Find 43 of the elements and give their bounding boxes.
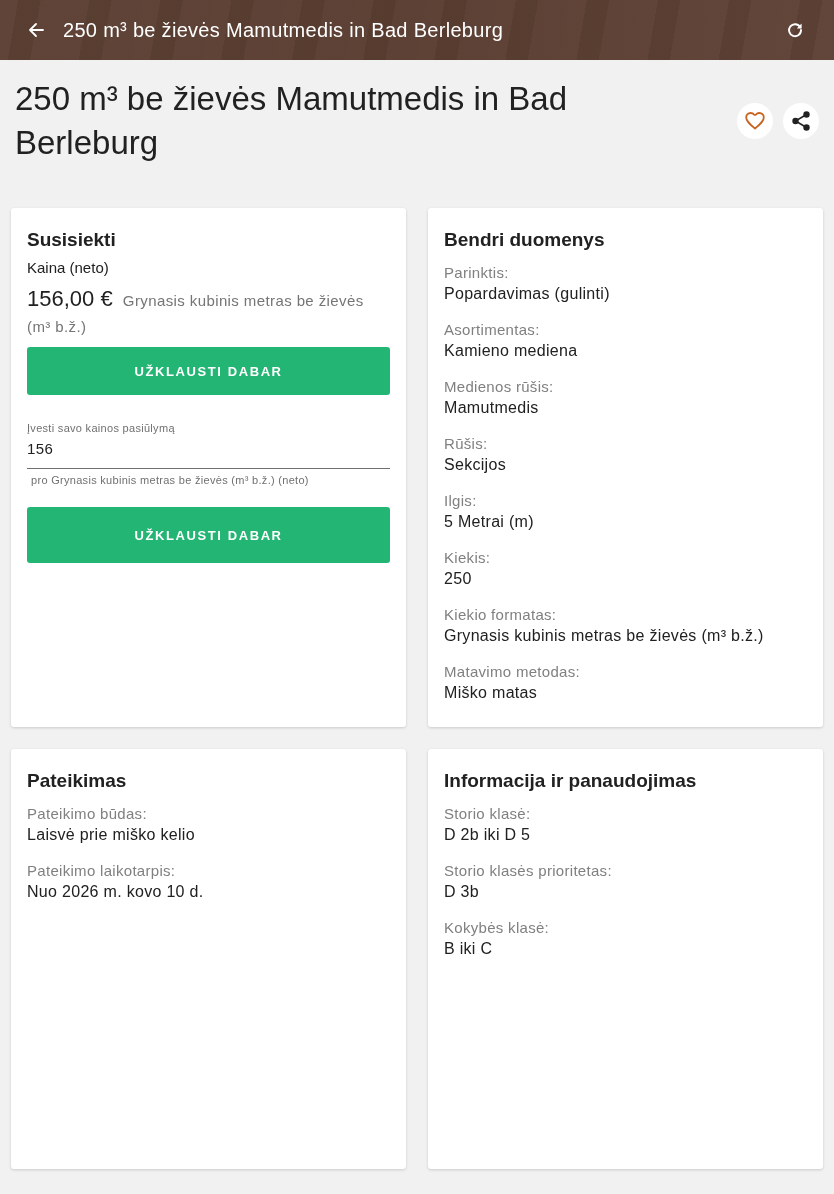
field-value: B iki C [444, 939, 494, 959]
field-value: D 2b iki D 5 [444, 825, 532, 845]
favorite-button[interactable] [737, 103, 773, 139]
field-value: Sekcijos [444, 455, 507, 475]
helper-text: pro Grynasis kubinis metras be žievės (m³ b.ž.) (neto) [31, 473, 310, 487]
field-value: D 3b [444, 882, 480, 902]
card-title: Pateikimas [27, 769, 128, 793]
field-label: Parinktis: [444, 263, 510, 283]
field-label: Kiekis: [444, 548, 492, 568]
field-label: Ilgis: [444, 491, 478, 511]
inquire-button[interactable]: UŽKLAUSTI DABAR [27, 347, 390, 395]
field-label: Pateikimo laikotarpis: [27, 861, 177, 881]
field-value: Nuo 2026 m. kovo 10 d. [27, 882, 205, 902]
share-button[interactable] [783, 103, 819, 139]
field-value: 5 Metrai (m) [444, 512, 535, 532]
price-offer-field[interactable]: Įvesti savo kainos pasiūlymą 156 [27, 421, 390, 469]
field-label: Storio klasės prioritetas: [444, 861, 613, 881]
field-value: Miško matas [444, 683, 539, 703]
price-text: 156,00 € Grynasis kubinis metras be žievės (m³ b.ž.) [27, 286, 365, 337]
page-title: 250 m³ be žievės Mamutmedis in Bad Berleburg [15, 79, 569, 163]
field-label: Asortimentas: [444, 320, 541, 340]
field-label: Medienos rūšis: [444, 377, 555, 397]
field-label: Kiekio formatas: [444, 605, 558, 625]
field-label: Rūšis: [444, 434, 489, 454]
card-title: Informacija ir panaudojimas [444, 769, 698, 793]
field-value: Mamutmedis [444, 398, 540, 418]
app-bar-title: 250 m³ be žievės Mamutmedis in Bad Berleburg [63, 18, 504, 42]
field-label: Pateikimo būdas: [27, 804, 148, 824]
back-arrow-icon[interactable] [28, 22, 44, 38]
field-value: Laisvė prie miško kelio [27, 825, 196, 845]
share-icon [792, 111, 810, 131]
field-label: Matavimo metodas: [444, 662, 581, 682]
price-label: Kaina (neto) [27, 258, 110, 278]
field-value: Grynasis kubinis metras be žievės (m³ b.ž.) [444, 626, 765, 646]
field-value: Popardavimas (gulinti) [444, 284, 611, 304]
field-label: Kokybės klasė: [444, 918, 551, 938]
field-label: Storio klasė: [444, 804, 532, 824]
field-value: 250 [444, 569, 473, 589]
card-title: Susisiekti [27, 228, 117, 252]
refresh-icon[interactable] [787, 22, 803, 38]
inquire-button[interactable]: UŽKLAUSTI DABAR [27, 507, 390, 563]
card-title: Bendri duomenys [444, 228, 606, 252]
field-value: Kamieno mediena [444, 341, 579, 361]
